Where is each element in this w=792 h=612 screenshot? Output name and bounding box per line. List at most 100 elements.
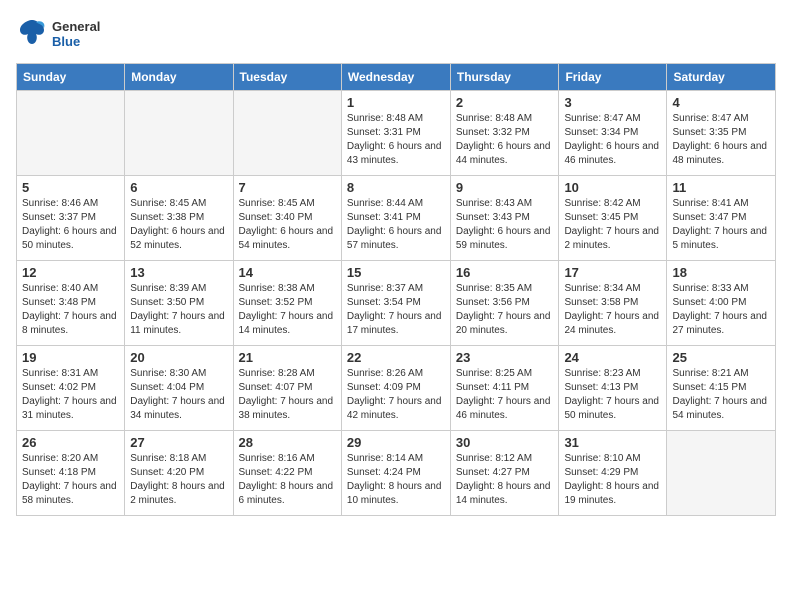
calendar-cell <box>125 91 233 176</box>
calendar-cell: 11 Sunrise: 8:41 AMSunset: 3:47 PMDayligh… <box>667 176 776 261</box>
calendar-cell: 20Sunrise: 8:30 AMSunset: 4:04 PMDayligh… <box>125 346 233 431</box>
day-info: Sunrise: 8:47 AMSunset: 3:34 PMDaylight:… <box>564 112 661 168</box>
day-info: Sunrise: 8:48 AMSunset: 3:31 PMDaylight:… <box>347 112 445 168</box>
day-info: Sunrise: 8:40 AMSunset: 3:48 PMDaylight:… <box>22 282 119 338</box>
day-info: Sunrise: 8:47 AMSunset: 3:35 PMDaylight:… <box>672 112 770 168</box>
weekday-header-friday: Friday <box>559 64 667 91</box>
calendar-cell: 31Sunrise: 8:10 AMSunset: 4:29 PMDayligh… <box>559 431 667 516</box>
day-number: 17 <box>564 265 661 280</box>
day-number: 6 <box>130 180 227 195</box>
day-info: Sunrise: 8:44 AMSunset: 3:41 PMDaylight:… <box>347 197 445 253</box>
day-info: Sunrise: 8:48 AMSunset: 3:32 PMDaylight:… <box>456 112 554 168</box>
calendar-cell: 30 Sunrise: 8:12 AMSunset: 4:27 PMDayligh… <box>450 431 559 516</box>
day-number: 16 <box>456 265 554 280</box>
calendar-cell: 5 Sunrise: 8:46 AMSunset: 3:37 PMDaylight… <box>17 176 125 261</box>
day-number: 2 <box>456 95 554 110</box>
day-number: 19 <box>22 350 119 365</box>
calendar-cell <box>17 91 125 176</box>
day-info: Sunrise: 8:20 AMSunset: 4:18 PMDaylight:… <box>22 452 119 508</box>
weekday-header-row: SundayMondayTuesdayWednesdayThursdayFrid… <box>17 64 776 91</box>
calendar-cell: 19 Sunrise: 8:31 AMSunset: 4:02 PMDayligh… <box>17 346 125 431</box>
day-number: 21 <box>239 350 336 365</box>
day-info: Sunrise: 8:26 AMSunset: 4:09 PMDaylight:… <box>347 367 445 423</box>
calendar-cell: 9Sunrise: 8:43 AMSunset: 3:43 PMDaylight… <box>450 176 559 261</box>
calendar-cell: 7 Sunrise: 8:45 AMSunset: 3:40 PMDaylight… <box>233 176 341 261</box>
day-info: Sunrise: 8:35 AMSunset: 3:56 PMDaylight:… <box>456 282 554 338</box>
day-info: Sunrise: 8:46 AMSunset: 3:37 PMDaylight:… <box>22 197 119 253</box>
day-info: Sunrise: 8:42 AMSunset: 3:45 PMDaylight:… <box>564 197 661 253</box>
day-info: Sunrise: 8:31 AMSunset: 4:02 PMDaylight:… <box>22 367 119 423</box>
week-row-3: 12 Sunrise: 8:40 AMSunset: 3:48 PMDayligh… <box>17 261 776 346</box>
day-number: 11 <box>672 180 770 195</box>
day-number: 5 <box>22 180 119 195</box>
day-info: Sunrise: 8:41 AMSunset: 3:47 PMDaylight:… <box>672 197 770 253</box>
day-number: 18 <box>672 265 770 280</box>
day-number: 24 <box>564 350 661 365</box>
day-info: Sunrise: 8:34 AMSunset: 3:58 PMDaylight:… <box>564 282 661 338</box>
weekday-header-tuesday: Tuesday <box>233 64 341 91</box>
day-number: 29 <box>347 435 445 450</box>
day-number: 30 <box>456 435 554 450</box>
day-info: Sunrise: 8:14 AMSunset: 4:24 PMDaylight:… <box>347 452 445 508</box>
calendar-cell: 24Sunrise: 8:23 AMSunset: 4:13 PMDayligh… <box>559 346 667 431</box>
day-number: 10 <box>564 180 661 195</box>
day-info: Sunrise: 8:39 AMSunset: 3:50 PMDaylight:… <box>130 282 227 338</box>
week-row-5: 26 Sunrise: 8:20 AMSunset: 4:18 PMDayligh… <box>17 431 776 516</box>
day-number: 27 <box>130 435 227 450</box>
day-number: 28 <box>239 435 336 450</box>
calendar-cell: 1 Sunrise: 8:48 AMSunset: 3:31 PMDaylight… <box>341 91 450 176</box>
calendar-cell: 27Sunrise: 8:18 AMSunset: 4:20 PMDayligh… <box>125 431 233 516</box>
weekday-header-thursday: Thursday <box>450 64 559 91</box>
calendar-cell: 15Sunrise: 8:37 AMSunset: 3:54 PMDayligh… <box>341 261 450 346</box>
day-number: 22 <box>347 350 445 365</box>
calendar-cell: 12 Sunrise: 8:40 AMSunset: 3:48 PMDayligh… <box>17 261 125 346</box>
calendar-cell: 26 Sunrise: 8:20 AMSunset: 4:18 PMDayligh… <box>17 431 125 516</box>
day-number: 4 <box>672 95 770 110</box>
calendar-cell: 25Sunrise: 8:21 AMSunset: 4:15 PMDayligh… <box>667 346 776 431</box>
weekday-header-wednesday: Wednesday <box>341 64 450 91</box>
day-info: Sunrise: 8:33 AMSunset: 4:00 PMDaylight:… <box>672 282 770 338</box>
day-info: Sunrise: 8:16 AMSunset: 4:22 PMDaylight:… <box>239 452 336 508</box>
day-info: Sunrise: 8:21 AMSunset: 4:15 PMDaylight:… <box>672 367 770 423</box>
day-number: 31 <box>564 435 661 450</box>
day-info: Sunrise: 8:45 AMSunset: 3:40 PMDaylight:… <box>239 197 336 253</box>
calendar-cell: 22 Sunrise: 8:26 AMSunset: 4:09 PMDayligh… <box>341 346 450 431</box>
calendar-table: SundayMondayTuesdayWednesdayThursdayFrid… <box>16 63 776 516</box>
day-info: Sunrise: 8:28 AMSunset: 4:07 PMDaylight:… <box>239 367 336 423</box>
calendar-cell: 10 Sunrise: 8:42 AMSunset: 3:45 PMDayligh… <box>559 176 667 261</box>
day-number: 3 <box>564 95 661 110</box>
day-info: Sunrise: 8:45 AMSunset: 3:38 PMDaylight:… <box>130 197 227 253</box>
logo-general: General <box>52 20 100 34</box>
logo-blue: Blue <box>52 35 100 49</box>
calendar-cell: 6 Sunrise: 8:45 AMSunset: 3:38 PMDaylight… <box>125 176 233 261</box>
calendar-cell <box>667 431 776 516</box>
calendar-cell: 13Sunrise: 8:39 AMSunset: 3:50 PMDayligh… <box>125 261 233 346</box>
day-number: 15 <box>347 265 445 280</box>
weekday-header-monday: Monday <box>125 64 233 91</box>
week-row-2: 5 Sunrise: 8:46 AMSunset: 3:37 PMDaylight… <box>17 176 776 261</box>
page-header: General Blue <box>16 16 776 53</box>
calendar-cell: 28 Sunrise: 8:16 AMSunset: 4:22 PMDayligh… <box>233 431 341 516</box>
calendar-cell: 17 Sunrise: 8:34 AMSunset: 3:58 PMDayligh… <box>559 261 667 346</box>
day-number: 7 <box>239 180 336 195</box>
calendar-cell: 2 Sunrise: 8:48 AMSunset: 3:32 PMDaylight… <box>450 91 559 176</box>
calendar-cell <box>233 91 341 176</box>
day-info: Sunrise: 8:12 AMSunset: 4:27 PMDaylight:… <box>456 452 554 508</box>
calendar-cell: 16 Sunrise: 8:35 AMSunset: 3:56 PMDayligh… <box>450 261 559 346</box>
day-info: Sunrise: 8:38 AMSunset: 3:52 PMDaylight:… <box>239 282 336 338</box>
calendar-cell: 21 Sunrise: 8:28 AMSunset: 4:07 PMDayligh… <box>233 346 341 431</box>
day-number: 23 <box>456 350 554 365</box>
day-number: 1 <box>347 95 445 110</box>
week-row-4: 19 Sunrise: 8:31 AMSunset: 4:02 PMDayligh… <box>17 346 776 431</box>
calendar-cell: 18 Sunrise: 8:33 AMSunset: 4:00 PMDayligh… <box>667 261 776 346</box>
day-number: 26 <box>22 435 119 450</box>
calendar-cell: 4 Sunrise: 8:47 AMSunset: 3:35 PMDaylight… <box>667 91 776 176</box>
calendar-cell: 29 Sunrise: 8:14 AMSunset: 4:24 PMDayligh… <box>341 431 450 516</box>
weekday-header-sunday: Sunday <box>17 64 125 91</box>
day-number: 12 <box>22 265 119 280</box>
calendar-cell: 3 Sunrise: 8:47 AMSunset: 3:34 PMDaylight… <box>559 91 667 176</box>
calendar-cell: 8Sunrise: 8:44 AMSunset: 3:41 PMDaylight… <box>341 176 450 261</box>
day-number: 9 <box>456 180 554 195</box>
weekday-header-saturday: Saturday <box>667 64 776 91</box>
calendar-cell: 14Sunrise: 8:38 AMSunset: 3:52 PMDayligh… <box>233 261 341 346</box>
